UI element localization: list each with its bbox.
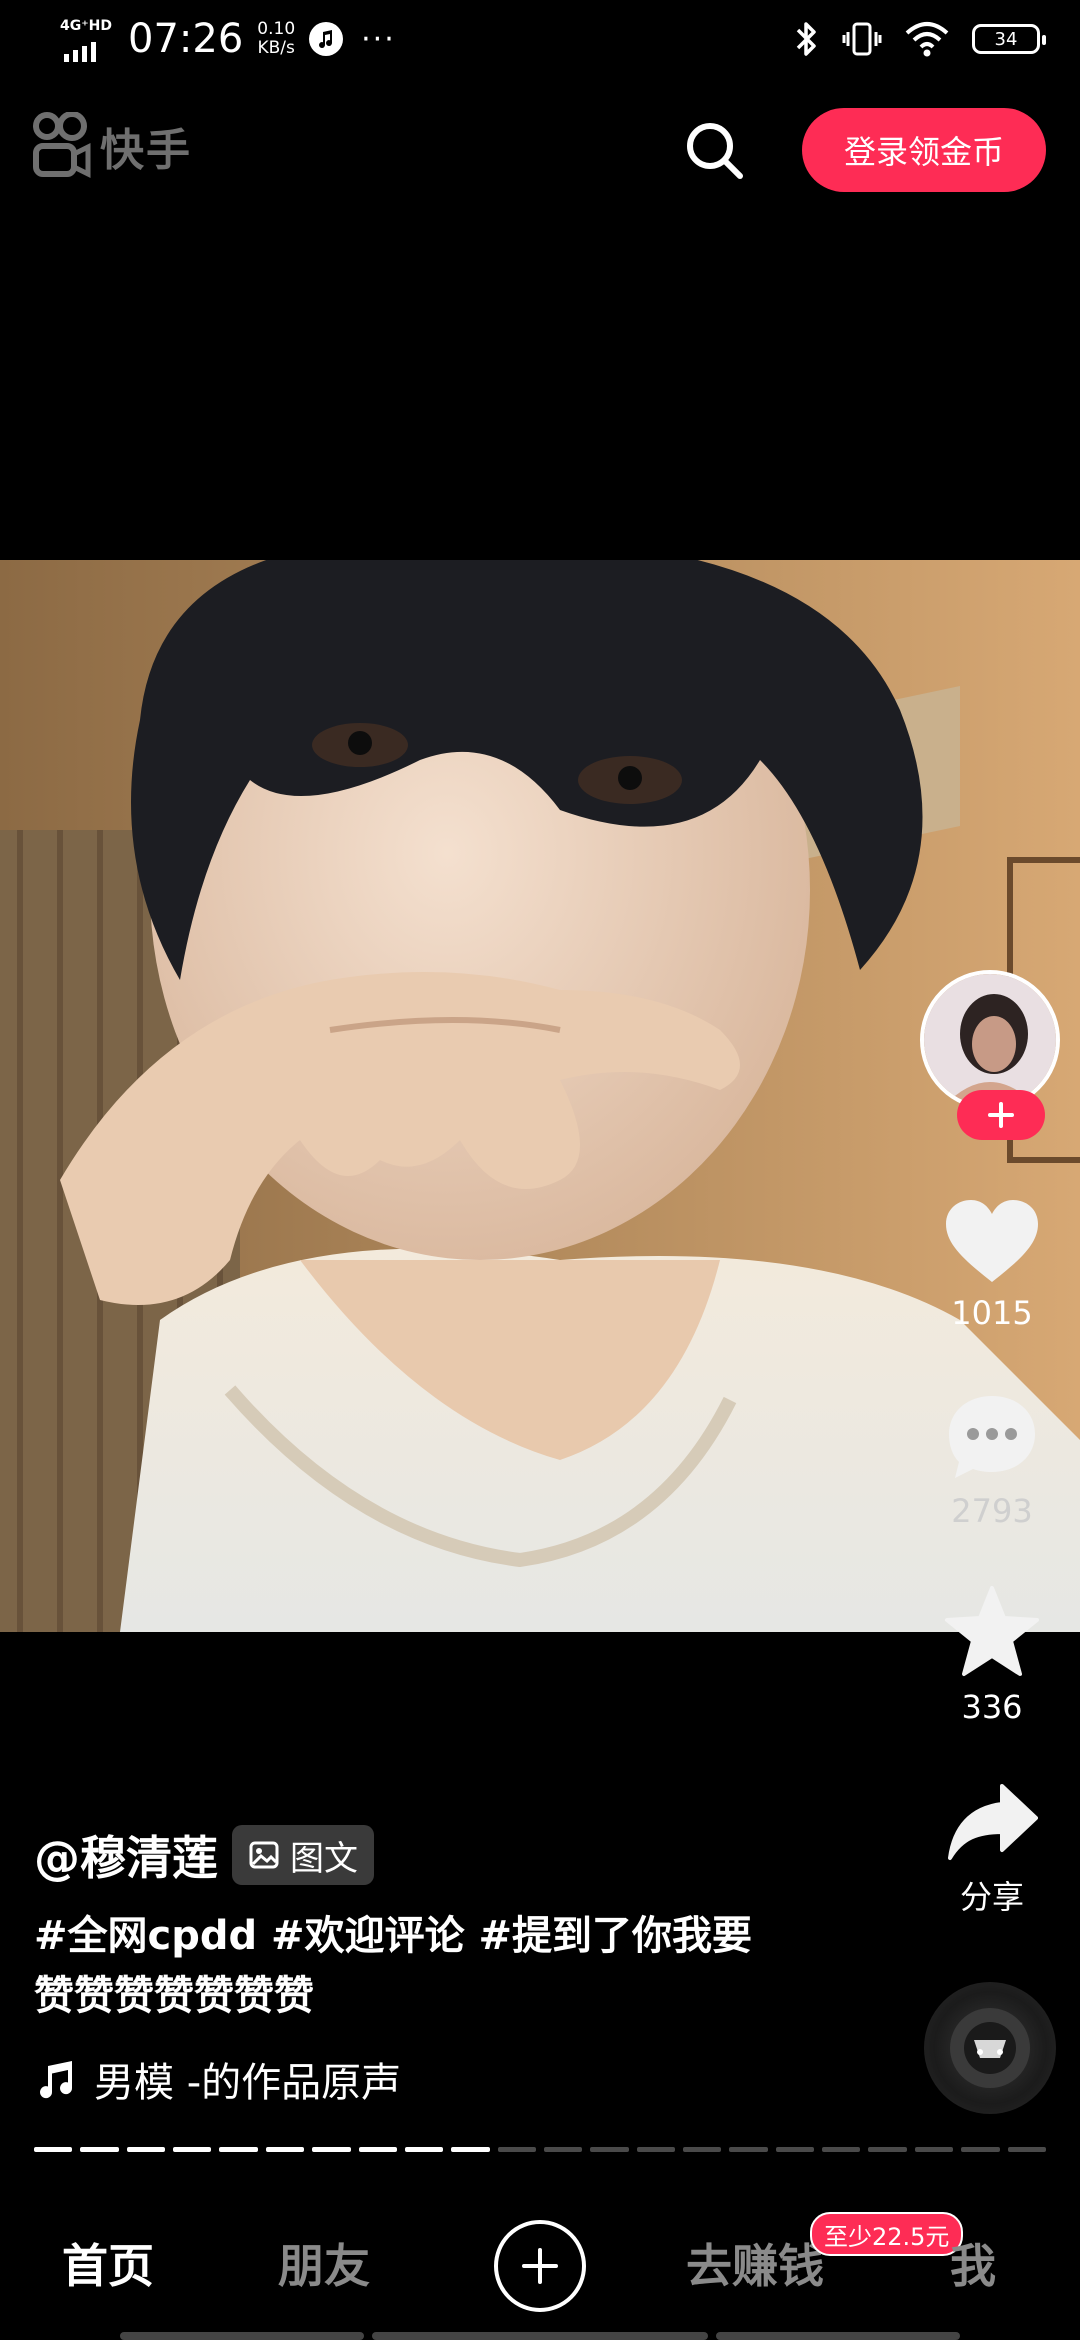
post-description[interactable]: #全网cpdd #欢迎评论 #提到了你我要赞赞赞赞赞赞赞 <box>34 1906 774 2026</box>
music-note-icon <box>40 2061 73 2099</box>
progress-segment <box>775 2147 815 2152</box>
like-count: 1015 <box>951 1294 1033 1332</box>
progress-segment <box>219 2147 258 2152</box>
search-button[interactable] <box>682 118 746 182</box>
favorite-button[interactable]: 336 <box>912 1586 1072 1726</box>
progress-segment <box>1007 2147 1046 2152</box>
image-progress-indicator <box>34 2147 1046 2153</box>
music-disc-icon <box>950 2008 1030 2088</box>
gesture-bar-segment <box>716 2332 960 2340</box>
bottom-navigation: 首页 朋友 去赚钱 至少22.5元 我 <box>0 2192 1080 2340</box>
search-icon <box>687 123 743 179</box>
progress-segment <box>80 2147 119 2152</box>
music-title: 男模 -的作品原声 <box>94 2060 402 2106</box>
progress-segment <box>683 2147 722 2152</box>
progress-segment <box>543 2147 583 2152</box>
cellular-signal-icon: 4G⁺HD <box>58 14 114 64</box>
plus-icon <box>522 2248 558 2284</box>
progress-segment <box>868 2147 907 2152</box>
music-row[interactable]: 男模 -的作品原声 <box>34 2050 401 2108</box>
progress-segment <box>914 2147 954 2152</box>
app-logo: 快手 <box>30 112 192 180</box>
create-post-button[interactable] <box>494 2220 586 2312</box>
progress-segment <box>729 2147 768 2152</box>
music-notification-icon <box>309 22 344 56</box>
status-time: 07:26 <box>128 16 244 62</box>
comment-button[interactable]: 2793 <box>912 1392 1072 1530</box>
author-name[interactable]: @穆清莲 <box>34 1822 218 1888</box>
vibrate-icon <box>842 22 882 56</box>
speed-value: 0.10 <box>257 19 296 39</box>
star-icon <box>945 1586 1039 1676</box>
follow-button[interactable] <box>957 1090 1045 1140</box>
nav-earn[interactable]: 去赚钱 <box>686 2230 824 2296</box>
comment-icon <box>949 1396 1035 1478</box>
author-avatar[interactable] <box>920 970 1060 1110</box>
share-label: 分享 <box>959 1878 1024 1916</box>
progress-segment <box>34 2147 73 2152</box>
progress-segment <box>961 2147 1000 2152</box>
login-reward-button[interactable]: 登录领金币 <box>802 108 1046 192</box>
progress-segment <box>265 2147 305 2152</box>
favorite-count: 336 <box>961 1688 1023 1726</box>
author-row: @穆清莲 图文 <box>34 1822 374 1888</box>
speed-unit: KB/s <box>257 38 295 58</box>
kuaishou-logo-icon <box>33 112 91 179</box>
heart-icon <box>946 1200 1038 1282</box>
comment-count: 2793 <box>951 1492 1033 1530</box>
bluetooth-icon <box>796 22 816 56</box>
author-avatar-container <box>920 970 1060 1140</box>
status-bar: 4G⁺HD 07:26 0.10 KB/s ··· 34 <box>0 0 1080 90</box>
nav-home[interactable]: 首页 <box>62 2230 154 2296</box>
image-text-icon <box>249 1841 279 1869</box>
battery-icon: 34 <box>972 24 1046 54</box>
progress-segment <box>312 2147 351 2152</box>
share-button[interactable]: 分享 <box>912 1782 1072 1918</box>
nav-me[interactable]: 我 <box>950 2230 996 2296</box>
progress-segment <box>451 2147 490 2152</box>
like-button[interactable]: 1015 <box>912 1198 1072 1332</box>
progress-segment <box>636 2147 676 2152</box>
share-icon <box>948 1784 1038 1860</box>
progress-segment <box>590 2147 629 2152</box>
post-type-label: 图文 <box>290 1838 358 1879</box>
progress-segment <box>358 2147 397 2152</box>
progress-segment <box>497 2147 536 2152</box>
gesture-bar-segment <box>120 2332 364 2340</box>
nav-friends[interactable]: 朋友 <box>278 2230 370 2296</box>
app-name: 快手 <box>100 125 192 176</box>
battery-level: 34 <box>994 28 1018 50</box>
progress-segment <box>404 2147 444 2152</box>
network-speed: 0.10 KB/s <box>257 20 295 58</box>
plus-icon <box>988 1102 1014 1128</box>
progress-segment <box>173 2147 212 2152</box>
network-type: 4G⁺HD <box>60 18 112 34</box>
gesture-bar-segment <box>372 2332 708 2340</box>
music-disc-button[interactable] <box>924 1982 1056 2114</box>
earn-reward-badge: 至少22.5元 <box>810 2212 964 2256</box>
progress-segment <box>822 2147 861 2152</box>
progress-segment <box>126 2147 166 2152</box>
wifi-icon <box>905 22 949 57</box>
more-notifications-icon: ··· <box>361 21 396 57</box>
post-type-chip: 图文 <box>232 1825 374 1885</box>
